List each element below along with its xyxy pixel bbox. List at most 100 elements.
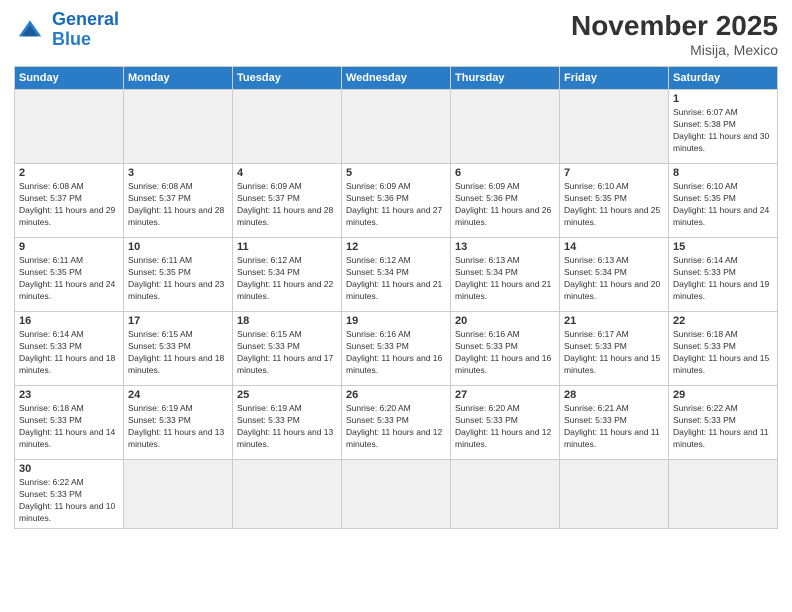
- day-number: 22: [673, 315, 773, 327]
- calendar-cell: 23Sunrise: 6:18 AM Sunset: 5:33 PM Dayli…: [15, 386, 124, 460]
- day-info: Sunrise: 6:18 AM Sunset: 5:33 PM Dayligh…: [19, 403, 119, 451]
- calendar-cell: [124, 90, 233, 164]
- header-tuesday: Tuesday: [233, 67, 342, 90]
- calendar-cell: [342, 460, 451, 529]
- day-number: 14: [564, 241, 664, 253]
- day-number: 13: [455, 241, 555, 253]
- day-number: 8: [673, 167, 773, 179]
- header-saturday: Saturday: [669, 67, 778, 90]
- calendar-cell: [451, 90, 560, 164]
- day-number: 28: [564, 389, 664, 401]
- day-info: Sunrise: 6:17 AM Sunset: 5:33 PM Dayligh…: [564, 329, 664, 377]
- day-info: Sunrise: 6:20 AM Sunset: 5:33 PM Dayligh…: [346, 403, 446, 451]
- calendar-cell: 26 Sunrise: 6:20 AM Sunset: 5:33 PM Dayli…: [342, 386, 451, 460]
- calendar-cell: 10Sunrise: 6:11 AM Sunset: 5:35 PM Dayli…: [124, 238, 233, 312]
- day-info: Sunrise: 6:10 AM Sunset: 5:35 PM Dayligh…: [564, 181, 664, 229]
- day-info: Sunrise: 6:21 AM Sunset: 5:33 PM Dayligh…: [564, 403, 664, 451]
- calendar-cell: 17 Sunrise: 6:15 AM Sunset: 5:33 PM Dayli…: [124, 312, 233, 386]
- day-info: Sunrise: 6:08 AM Sunset: 5:37 PM Dayligh…: [19, 181, 119, 229]
- day-info: Sunrise: 6:19 AM Sunset: 5:33 PM Dayligh…: [128, 403, 228, 451]
- day-info: Sunrise: 6:19 AM Sunset: 5:33 PM Dayligh…: [237, 403, 337, 451]
- day-number: 19: [346, 315, 446, 327]
- day-number: 26: [346, 389, 446, 401]
- calendar-cell: 15 Sunrise: 6:14 AM Sunset: 5:33 PM Dayli…: [669, 238, 778, 312]
- day-info: Sunrise: 6:22 AM Sunset: 5:33 PM Dayligh…: [19, 477, 119, 525]
- day-info: Sunrise: 6:15 AM Sunset: 5:33 PM Dayligh…: [128, 329, 228, 377]
- header-monday: Monday: [124, 67, 233, 90]
- calendar-cell: 14 Sunrise: 6:13 AM Sunset: 5:34 PM Dayli…: [560, 238, 669, 312]
- day-info: Sunrise: 6:09 AM Sunset: 5:36 PM Dayligh…: [455, 181, 555, 229]
- day-number: 2: [19, 167, 119, 179]
- day-number: 21: [564, 315, 664, 327]
- logo: General Blue: [14, 10, 119, 50]
- calendar-cell: 20 Sunrise: 6:16 AM Sunset: 5:33 PM Dayli…: [451, 312, 560, 386]
- calendar-cell: 7Sunrise: 6:10 AM Sunset: 5:35 PM Daylig…: [560, 164, 669, 238]
- calendar-cell: [15, 90, 124, 164]
- day-number: 15: [673, 241, 773, 253]
- header-sunday: Sunday: [15, 67, 124, 90]
- day-info: Sunrise: 6:08 AM Sunset: 5:37 PM Dayligh…: [128, 181, 228, 229]
- day-info: Sunrise: 6:16 AM Sunset: 5:33 PM Dayligh…: [455, 329, 555, 377]
- calendar-cell: 1Sunrise: 6:07 AM Sunset: 5:38 PM Daylig…: [669, 90, 778, 164]
- calendar-cell: 30Sunrise: 6:22 AM Sunset: 5:33 PM Dayli…: [15, 460, 124, 529]
- day-info: Sunrise: 6:13 AM Sunset: 5:34 PM Dayligh…: [564, 255, 664, 303]
- day-info: Sunrise: 6:12 AM Sunset: 5:34 PM Dayligh…: [346, 255, 446, 303]
- day-number: 25: [237, 389, 337, 401]
- day-number: 12: [346, 241, 446, 253]
- calendar-cell: 13 Sunrise: 6:13 AM Sunset: 5:34 PM Dayli…: [451, 238, 560, 312]
- calendar-cell: 19 Sunrise: 6:16 AM Sunset: 5:33 PM Dayli…: [342, 312, 451, 386]
- weekday-header-row: Sunday Monday Tuesday Wednesday Thursday…: [15, 67, 778, 90]
- logo-text: General Blue: [52, 10, 119, 50]
- day-number: 5: [346, 167, 446, 179]
- calendar-cell: [233, 460, 342, 529]
- day-info: Sunrise: 6:18 AM Sunset: 5:33 PM Dayligh…: [673, 329, 773, 377]
- day-number: 17: [128, 315, 228, 327]
- location-subtitle: Misija, Mexico: [571, 42, 778, 58]
- calendar-cell: 22 Sunrise: 6:18 AM Sunset: 5:33 PM Dayli…: [669, 312, 778, 386]
- day-info: Sunrise: 6:14 AM Sunset: 5:33 PM Dayligh…: [19, 329, 119, 377]
- day-number: 3: [128, 167, 228, 179]
- calendar-cell: 25 Sunrise: 6:19 AM Sunset: 5:33 PM Dayli…: [233, 386, 342, 460]
- calendar-cell: 16 Sunrise: 6:14 AM Sunset: 5:33 PM Dayli…: [15, 312, 124, 386]
- calendar-cell: 8Sunrise: 6:10 AM Sunset: 5:35 PM Daylig…: [669, 164, 778, 238]
- day-number: 16: [19, 315, 119, 327]
- day-info: Sunrise: 6:20 AM Sunset: 5:33 PM Dayligh…: [455, 403, 555, 451]
- header-friday: Friday: [560, 67, 669, 90]
- page-header: General Blue November 2025 Misija, Mexic…: [14, 10, 778, 58]
- calendar-cell: [560, 460, 669, 529]
- day-number: 29: [673, 389, 773, 401]
- logo-blue: Blue: [52, 29, 91, 49]
- day-number: 18: [237, 315, 337, 327]
- day-number: 10: [128, 241, 228, 253]
- calendar-cell: 29 Sunrise: 6:22 AM Sunset: 5:33 PM Dayli…: [669, 386, 778, 460]
- calendar-cell: 3 Sunrise: 6:08 AM Sunset: 5:37 PM Daylig…: [124, 164, 233, 238]
- month-year-title: November 2025: [571, 10, 778, 42]
- calendar-cell: 2 Sunrise: 6:08 AM Sunset: 5:37 PM Daylig…: [15, 164, 124, 238]
- day-info: Sunrise: 6:09 AM Sunset: 5:36 PM Dayligh…: [346, 181, 446, 229]
- calendar-cell: 11 Sunrise: 6:12 AM Sunset: 5:34 PM Dayli…: [233, 238, 342, 312]
- day-info: Sunrise: 6:11 AM Sunset: 5:35 PM Dayligh…: [19, 255, 119, 303]
- day-number: 11: [237, 241, 337, 253]
- calendar-cell: 9Sunrise: 6:11 AM Sunset: 5:35 PM Daylig…: [15, 238, 124, 312]
- day-number: 20: [455, 315, 555, 327]
- day-number: 1: [673, 93, 773, 105]
- calendar-cell: [124, 460, 233, 529]
- day-info: Sunrise: 6:14 AM Sunset: 5:33 PM Dayligh…: [673, 255, 773, 303]
- calendar-cell: [233, 90, 342, 164]
- calendar-cell: [342, 90, 451, 164]
- calendar-cell: 21 Sunrise: 6:17 AM Sunset: 5:33 PM Dayli…: [560, 312, 669, 386]
- day-info: Sunrise: 6:22 AM Sunset: 5:33 PM Dayligh…: [673, 403, 773, 451]
- day-number: 27: [455, 389, 555, 401]
- calendar-cell: 18Sunrise: 6:15 AM Sunset: 5:33 PM Dayli…: [233, 312, 342, 386]
- calendar-cell: [451, 460, 560, 529]
- calendar-cell: 24Sunrise: 6:19 AM Sunset: 5:33 PM Dayli…: [124, 386, 233, 460]
- logo-general: General: [52, 9, 119, 29]
- calendar-page: General Blue November 2025 Misija, Mexic…: [0, 0, 792, 612]
- logo-icon: [14, 14, 46, 46]
- calendar-cell: 28 Sunrise: 6:21 AM Sunset: 5:33 PM Dayli…: [560, 386, 669, 460]
- day-number: 4: [237, 167, 337, 179]
- day-info: Sunrise: 6:13 AM Sunset: 5:34 PM Dayligh…: [455, 255, 555, 303]
- day-info: Sunrise: 6:12 AM Sunset: 5:34 PM Dayligh…: [237, 255, 337, 303]
- title-block: November 2025 Misija, Mexico: [571, 10, 778, 58]
- day-info: Sunrise: 6:16 AM Sunset: 5:33 PM Dayligh…: [346, 329, 446, 377]
